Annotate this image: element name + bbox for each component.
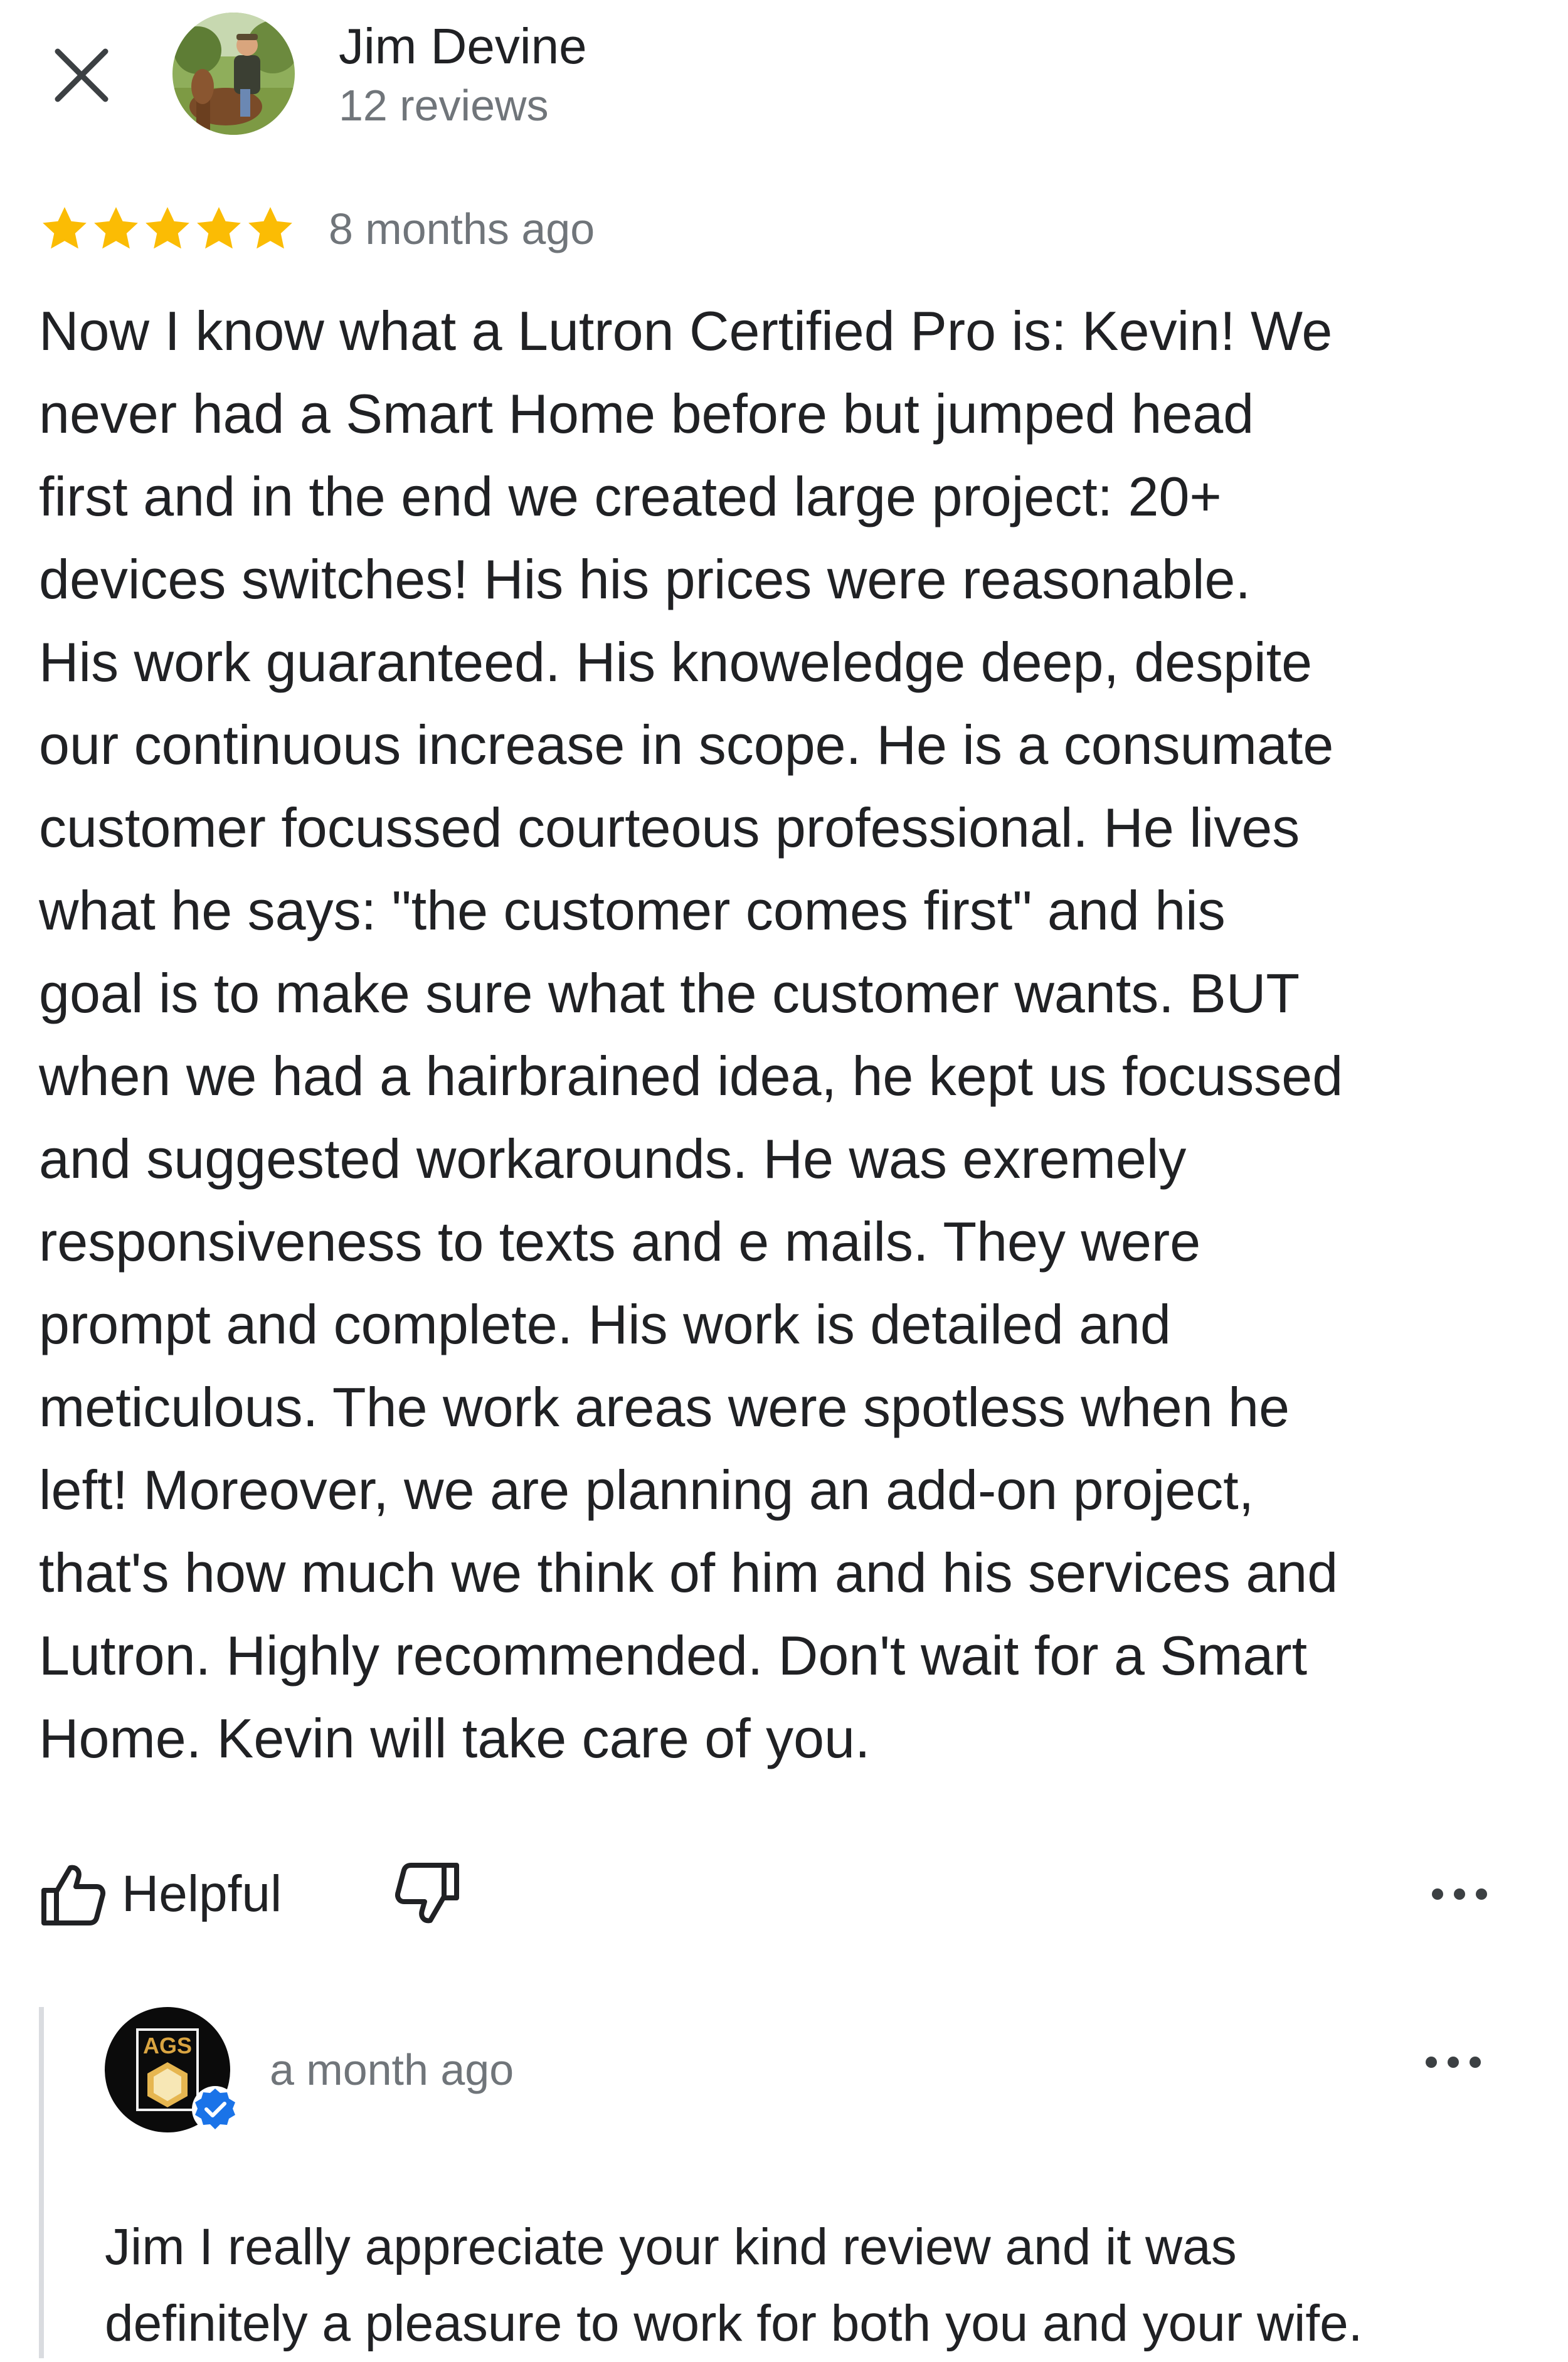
thumb-down-icon bbox=[395, 1863, 459, 1924]
thumb-up-icon bbox=[39, 1860, 107, 1928]
review-more-button[interactable] bbox=[1425, 1875, 1494, 1913]
owner-logo-text: AGS bbox=[143, 2033, 192, 2058]
helpful-label: Helpful bbox=[122, 1865, 282, 1922]
verified-check-icon bbox=[192, 2086, 238, 2132]
star-icon bbox=[142, 203, 193, 255]
reply-text: Jim I really appreciate your kind review… bbox=[105, 2218, 1363, 2352]
close-button[interactable] bbox=[44, 38, 119, 113]
author-review-count: 12 reviews bbox=[339, 81, 549, 130]
more-horizontal-icon bbox=[1432, 1888, 1487, 1900]
review-text: Now I know what a Lutron Certified Pro i… bbox=[39, 300, 1343, 1769]
review-header: Jim Devine 12 reviews bbox=[0, 0, 1568, 163]
review-actions: Helpful bbox=[39, 1850, 1500, 1938]
review-time: 8 months ago bbox=[329, 204, 595, 253]
not-helpful-button[interactable] bbox=[394, 1860, 462, 1928]
star-icon bbox=[193, 203, 245, 255]
verified-badge bbox=[191, 2085, 240, 2134]
star-icon bbox=[245, 203, 296, 255]
star-icon bbox=[39, 203, 90, 255]
star-rating bbox=[39, 203, 296, 255]
helpful-button[interactable]: Helpful bbox=[39, 1850, 282, 1938]
rating-row: 8 months ago bbox=[39, 194, 595, 263]
more-horizontal-icon bbox=[1426, 2057, 1481, 2068]
owner-reply: AGS a month ago Jim I really appreciate … bbox=[39, 2007, 1532, 2358]
reply-divider bbox=[39, 2007, 44, 2358]
reply-more-button[interactable] bbox=[1419, 2043, 1488, 2081]
star-icon bbox=[90, 203, 142, 255]
close-icon bbox=[55, 48, 109, 102]
author-avatar[interactable] bbox=[172, 13, 295, 135]
author-name[interactable]: Jim Devine bbox=[339, 18, 587, 75]
reply-time: a month ago bbox=[270, 2045, 514, 2094]
